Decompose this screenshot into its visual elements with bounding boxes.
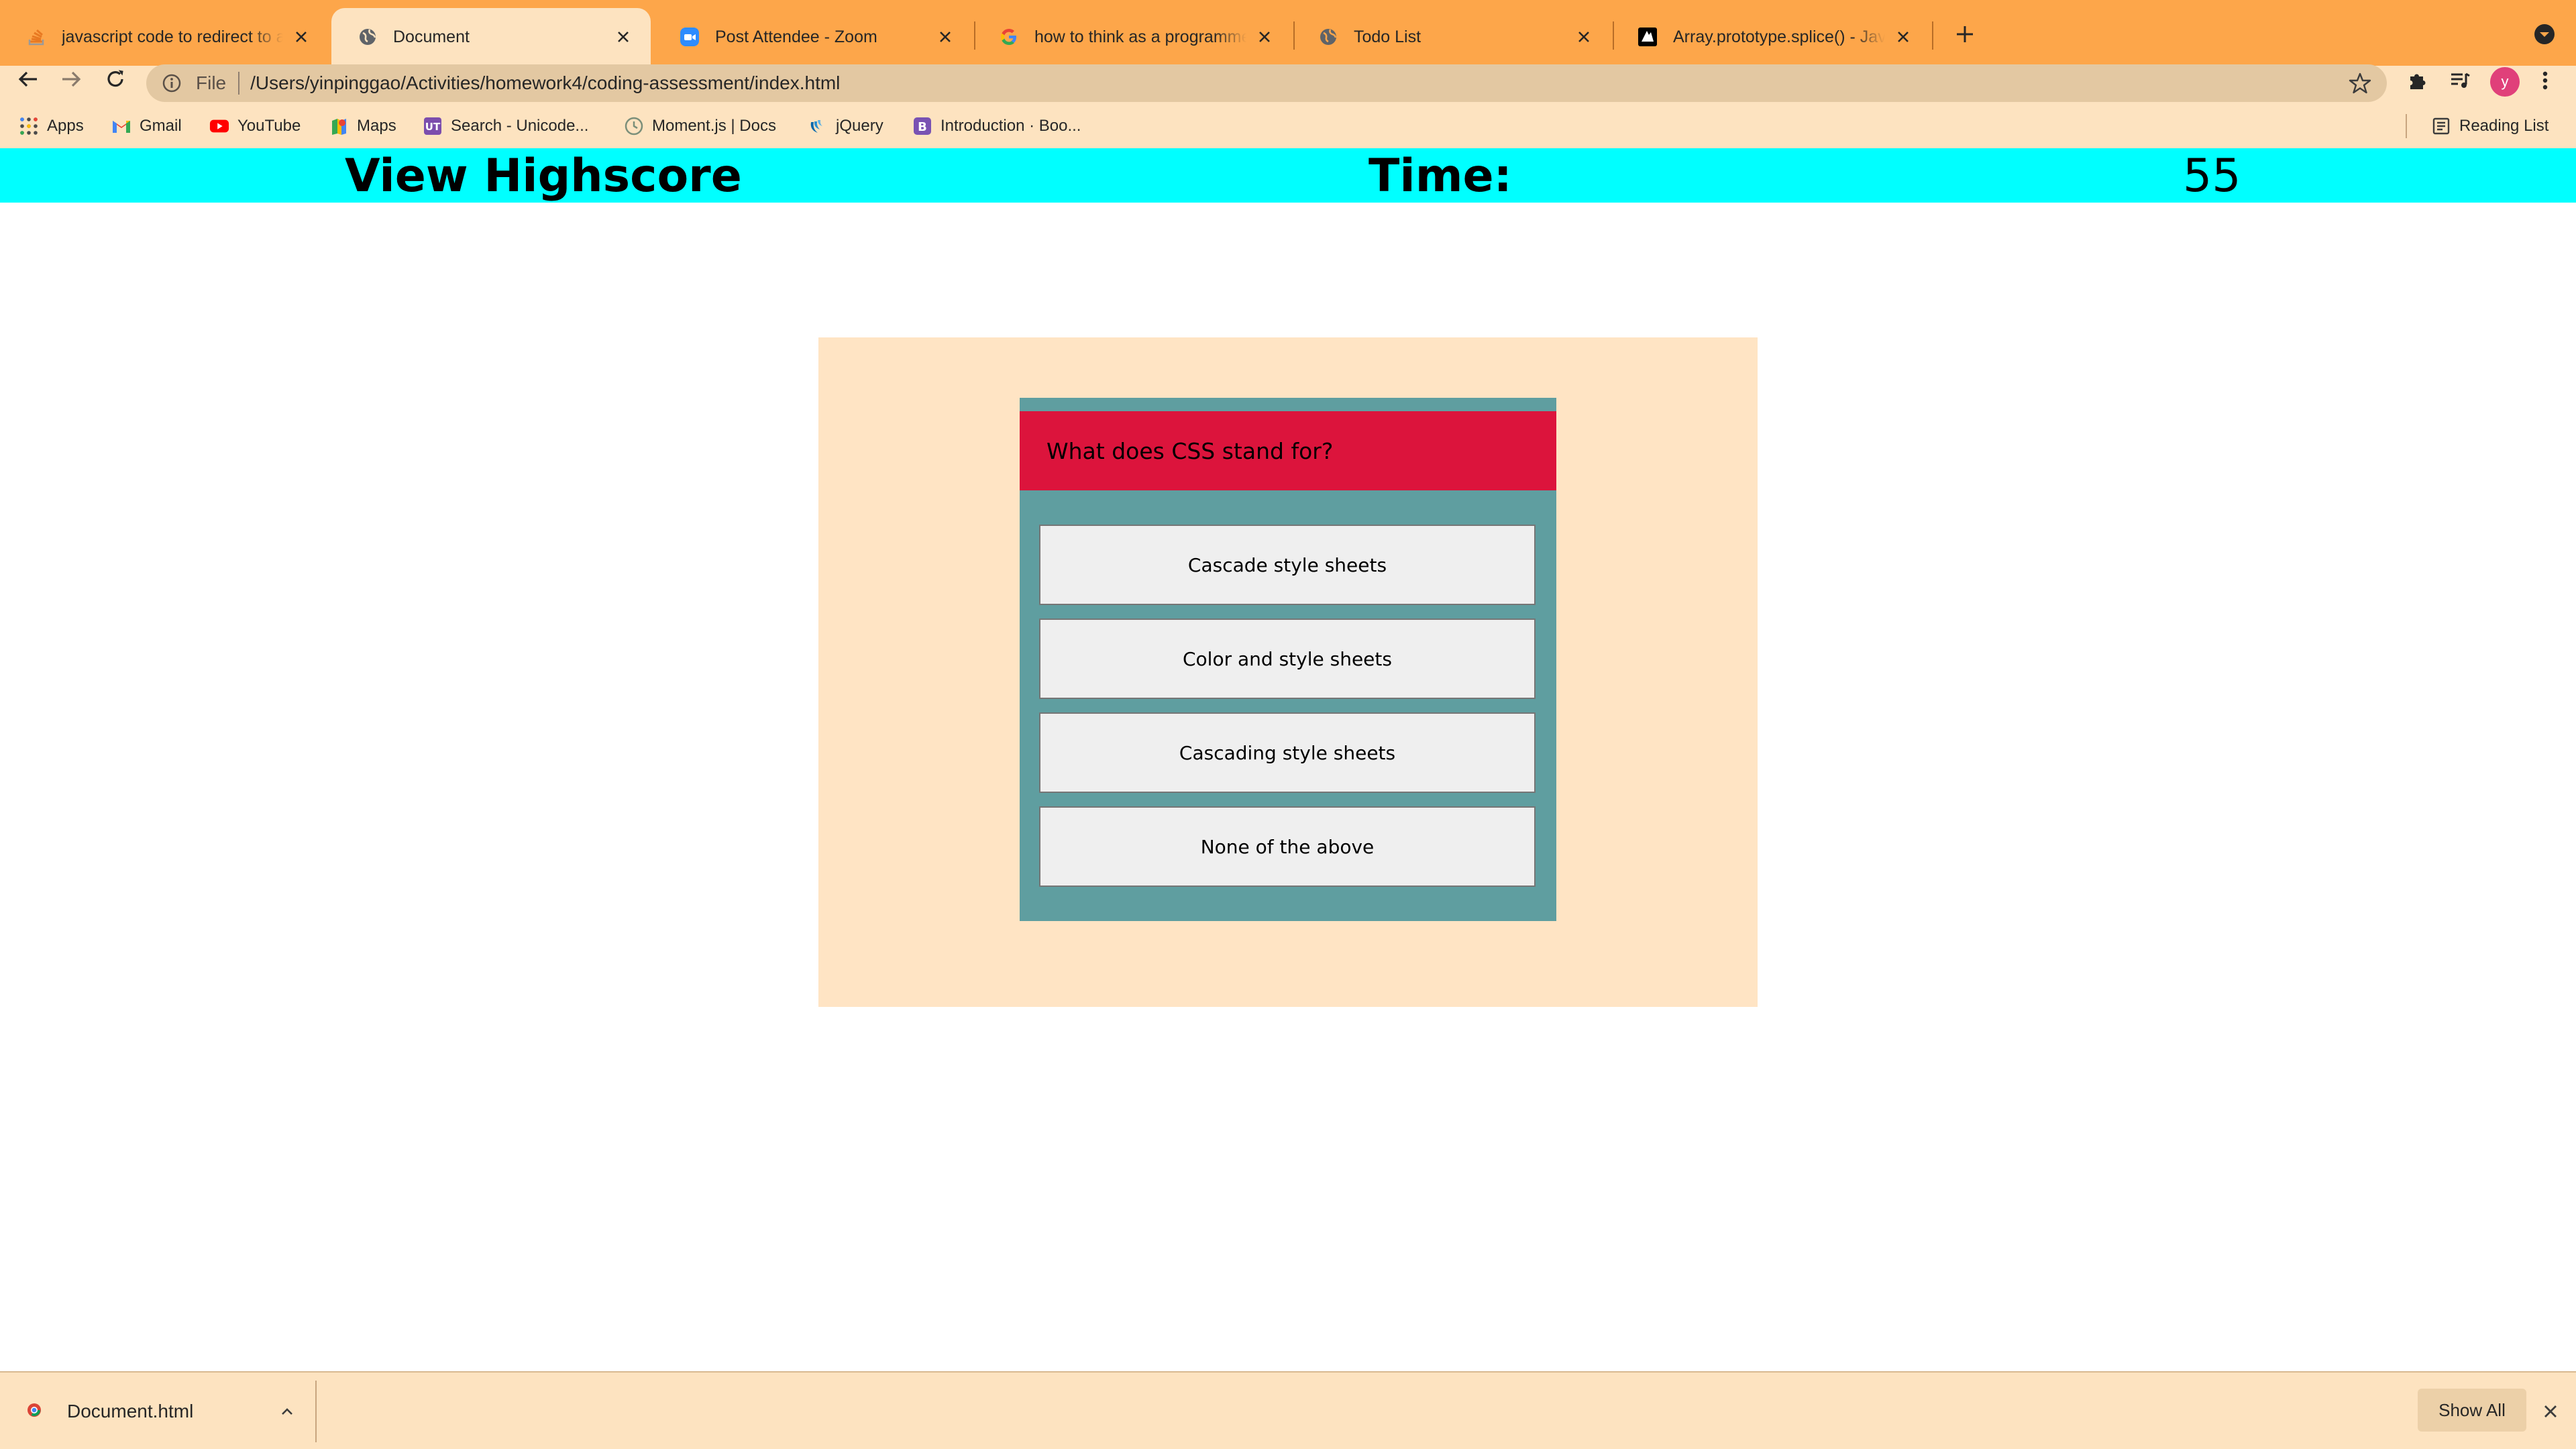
jquery-icon — [808, 116, 828, 136]
tab-stackoverflow[interactable]: javascript code to redirect to a — [0, 8, 329, 66]
bookmark-label: Moment.js | Docs — [652, 117, 776, 135]
tab-title: Post Attendee - Zoom — [715, 27, 877, 46]
playlist-icon — [2451, 72, 2470, 88]
shelf-divider — [315, 1381, 317, 1442]
tab-divider — [1932, 21, 1933, 50]
forward-button[interactable] — [50, 58, 93, 101]
tab-title: Todo List — [1354, 27, 1421, 46]
reload-button[interactable] — [94, 58, 137, 101]
tab-search-button[interactable] — [2529, 19, 2560, 50]
show-all-button[interactable]: Show All — [2418, 1389, 2526, 1432]
bookmark-jquery[interactable]: jQuery — [808, 113, 883, 140]
url-scheme-label: File — [196, 72, 227, 93]
svg-text:UT: UT — [425, 121, 441, 133]
bookmark-label: Maps — [357, 117, 396, 135]
mdn-icon — [1637, 26, 1658, 48]
new-tab-button[interactable] — [1949, 19, 1980, 50]
bookmark-youtube[interactable]: YouTube — [209, 113, 301, 140]
apps-grid-icon — [19, 116, 39, 136]
bookmark-moment[interactable]: Moment.js | Docs — [624, 113, 776, 140]
bookmark-apps[interactable]: Apps — [19, 113, 84, 140]
bookmark-label: Gmail — [140, 117, 182, 135]
bookmark-unicode-search[interactable]: UT Search - Unicode... — [423, 113, 588, 140]
zoom-icon — [679, 26, 700, 48]
puzzle-icon — [2410, 74, 2426, 89]
chrome-file-icon — [27, 1403, 42, 1421]
youtube-icon — [209, 116, 229, 136]
kebab-menu-icon — [2542, 71, 2548, 90]
tab-title: Document — [393, 27, 470, 46]
reading-list-icon — [2431, 116, 2451, 136]
time-remaining: 55 — [2183, 150, 2241, 203]
tab-title: javascript code to redirect to a — [62, 27, 283, 46]
answer-button-1[interactable]: Cascade style sheets — [1039, 525, 1536, 605]
chevron-up-icon[interactable] — [275, 1399, 299, 1424]
bookmark-label: Apps — [47, 117, 84, 135]
answer-button-4[interactable]: None of the above — [1039, 806, 1536, 887]
arrow-right-icon — [62, 71, 81, 87]
url-text[interactable]: /Users/yinpinggao/Activities/homework4/c… — [250, 72, 840, 94]
bookmark-star-icon[interactable] — [2348, 71, 2372, 95]
answer-button-3[interactable]: Cascading style sheets — [1039, 712, 1536, 793]
svg-text:B: B — [918, 120, 927, 134]
close-icon[interactable] — [2538, 1399, 2563, 1424]
close-icon[interactable] — [1574, 27, 1594, 47]
tab-google-search[interactable]: how to think as a programmer — [973, 8, 1292, 66]
tab-title: Array.prototype.splice() - Java — [1673, 27, 1885, 46]
back-button[interactable] — [7, 58, 50, 101]
reload-icon — [107, 70, 123, 87]
unicode-icon: UT — [423, 116, 443, 136]
url-divider — [238, 72, 240, 95]
bookmark-gmail[interactable]: Gmail — [111, 113, 182, 140]
info-icon[interactable] — [158, 70, 185, 97]
gmail-icon — [111, 116, 131, 136]
view-highscore-link[interactable]: View Highscore — [345, 151, 742, 202]
answer-button-2[interactable]: Color and style sheets — [1039, 619, 1536, 699]
reading-list-button[interactable]: Reading List — [2431, 113, 2548, 140]
bookmark-label: Search - Unicode... — [451, 117, 589, 135]
close-icon[interactable] — [1254, 27, 1275, 47]
close-icon[interactable] — [1893, 27, 1913, 47]
bookmark-label: YouTube — [237, 117, 301, 135]
tab-document[interactable]: Document — [331, 8, 651, 66]
media-controls-button[interactable] — [2438, 59, 2481, 102]
chevron-down-icon — [2534, 24, 2555, 44]
time-label: Time: — [1368, 150, 1512, 203]
tab-todo-list[interactable]: Todo List — [1292, 8, 1611, 66]
download-filename: Document.html — [67, 1401, 194, 1421]
moment-icon — [624, 116, 644, 136]
tab-title: how to think as a programmer — [1034, 27, 1246, 46]
google-icon — [998, 26, 1020, 48]
close-icon[interactable] — [613, 27, 633, 47]
arrow-left-icon — [18, 71, 37, 87]
address-bar[interactable]: File /Users/yinpinggao/Activities/homewo… — [146, 64, 2387, 102]
bookmark-label: jQuery — [836, 117, 883, 135]
bookmark-bootstrap[interactable]: B Introduction · Boo... — [912, 113, 1081, 140]
bookmark-label: Introduction · Boo... — [941, 117, 1081, 135]
maps-icon — [329, 116, 349, 136]
extensions-button[interactable] — [2396, 59, 2438, 102]
globe-icon — [357, 26, 378, 48]
download-item[interactable]: Document.html — [27, 1391, 193, 1432]
bootstrap-icon: B — [912, 116, 932, 136]
profile-avatar[interactable]: y — [2490, 67, 2520, 97]
tab-zoom[interactable]: Post Attendee - Zoom — [653, 8, 973, 66]
reading-list-label: Reading List — [2459, 117, 2549, 135]
menu-button[interactable] — [2524, 59, 2567, 102]
stackoverflow-icon — [25, 26, 47, 48]
question-text: What does CSS stand for? — [1020, 411, 1556, 490]
download-shelf — [0, 1371, 2576, 1449]
bookmark-maps[interactable]: Maps — [329, 113, 396, 140]
globe-icon — [1318, 26, 1339, 48]
tab-mdn-splice[interactable]: Array.prototype.splice() - Java — [1611, 8, 1931, 66]
bookmark-divider — [2406, 114, 2407, 138]
close-icon[interactable] — [935, 27, 955, 47]
close-icon[interactable] — [291, 27, 311, 47]
plus-icon — [1957, 26, 1973, 42]
